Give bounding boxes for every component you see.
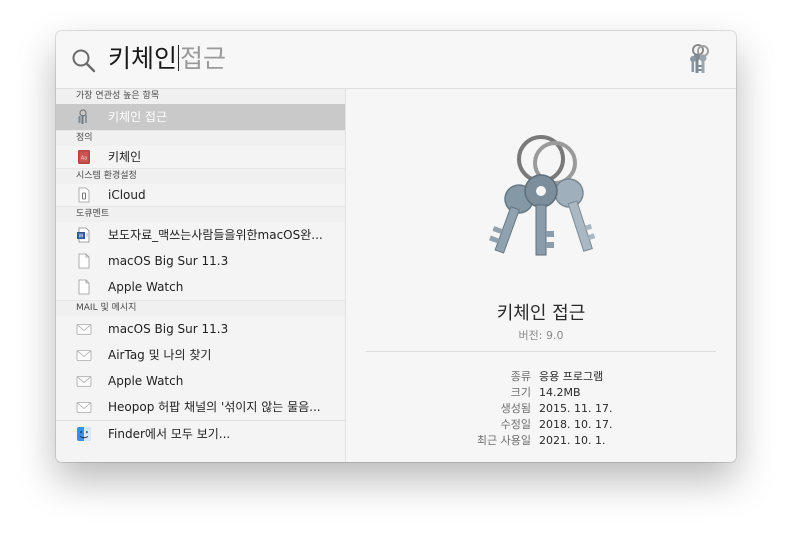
word-document-icon: W [77, 227, 90, 243]
result-item-label: 보도자료_맥쓰는사람들을위한macOS완... [108, 228, 323, 242]
result-item-label: Apple Watch [108, 280, 184, 294]
svg-text:Aa: Aa [81, 156, 87, 162]
keychain-icon [489, 135, 596, 256]
preview-title: 키체인 접근 [496, 303, 586, 324]
section-header-definition: 정의 [56, 130, 345, 146]
metadata-table: 종류 응용 프로그램 크기 14.2MB 생성됨 2015. 11. 17. 수… [346, 369, 736, 449]
search-typed-text: 키체인 [108, 44, 178, 73]
keychain-icon [690, 44, 709, 73]
metadata-value: 2015. 11. 17. [539, 402, 613, 415]
result-item-mail[interactable]: macOS Big Sur 11.3 [56, 316, 345, 342]
section-header-documents: 도큐멘트 [56, 206, 345, 222]
metadata-value: 2018. 10. 17. [539, 418, 613, 431]
section-header-top-hit: 가장 연관성 높은 항목 [56, 89, 345, 104]
metadata-key: 종류 [510, 370, 531, 383]
keychain-icon [78, 109, 87, 124]
metadata-key: 수정일 [500, 418, 531, 431]
result-item-label: 키체인 [108, 150, 142, 164]
metadata-value: 14.2MB [539, 386, 581, 399]
metadata-row: 크기 14.2MB [346, 385, 736, 401]
spotlight-window: 키체인 접근 가장 연관성 높은 항목 키체인 접근 정의 Aa 키체인 시스템… [56, 31, 736, 462]
metadata-row: 최근 사용일 2021. 10. 1. [346, 433, 736, 449]
metadata-key: 크기 [510, 386, 531, 399]
result-item-label: macOS Big Sur 11.3 [108, 322, 229, 336]
preview-version: 버전: 9.0 [518, 329, 564, 342]
preference-file-icon [78, 187, 90, 203]
result-item-document[interactable]: W 보도자료_맥쓰는사람들을위한macOS완... [56, 222, 345, 248]
section-header-system-preferences: 시스템 환경설정 [56, 168, 345, 184]
result-item-label: Heopop 허팝 채널의 '섞이지 않는 물음... [108, 400, 321, 414]
document-icon [78, 279, 90, 295]
result-item-mail[interactable]: Heopop 허팝 채널의 '섞이지 않는 물음... [56, 394, 345, 420]
result-item-label: AirTag 및 나의 찾기 [108, 348, 212, 362]
search-icon [72, 49, 96, 73]
result-item-mail[interactable]: AirTag 및 나의 찾기 [56, 342, 345, 368]
result-item-document[interactable]: Apple Watch [56, 274, 345, 300]
metadata-row: 종류 응용 프로그램 [346, 369, 736, 385]
result-item-definition[interactable]: Aa 키체인 [56, 146, 345, 168]
section-header-mail-messages: MAIL 및 메시지 [56, 300, 345, 316]
result-item-mail[interactable]: Apple Watch [56, 368, 345, 394]
text-caret [178, 45, 180, 71]
metadata-value: 응용 프로그램 [539, 370, 604, 383]
metadata-row: 생성됨 2015. 11. 17. [346, 401, 736, 417]
metadata-value: 2021. 10. 1. [539, 434, 606, 447]
result-item-keychain-access[interactable]: 키체인 접근 [56, 104, 345, 130]
show-all-in-finder-button[interactable]: Finder에서 모두 보기... [56, 420, 345, 447]
result-item-label: Apple Watch [108, 374, 184, 388]
divider [366, 351, 716, 352]
search-bar[interactable]: 키체인 접근 [56, 31, 736, 89]
metadata-row: 수정일 2018. 10. 17. [346, 417, 736, 433]
result-item-document[interactable]: macOS Big Sur 11.3 [56, 248, 345, 274]
mail-icon [76, 324, 92, 335]
svg-text:W: W [79, 234, 84, 240]
preview-pane: 키체인 접근 버전: 9.0 종류 응용 프로그램 크기 14.2MB 생성됨 … [346, 89, 736, 462]
mail-icon [76, 402, 92, 413]
dictionary-icon: Aa [78, 150, 90, 164]
result-item-label: macOS Big Sur 11.3 [108, 254, 229, 268]
mail-icon [76, 350, 92, 361]
result-item-icloud[interactable]: iCloud [56, 184, 345, 206]
document-icon [78, 253, 90, 269]
mail-icon [76, 376, 92, 387]
finder-icon [77, 427, 91, 441]
metadata-key: 최근 사용일 [476, 434, 531, 447]
search-completion-text: 접근 [180, 44, 227, 73]
result-item-label: 키체인 접근 [108, 110, 168, 124]
result-item-label: Finder에서 모두 보기... [108, 427, 231, 441]
metadata-key: 생성됨 [500, 402, 531, 415]
result-item-label: iCloud [108, 188, 146, 202]
search-input[interactable]: 키체인 접근 [108, 42, 226, 76]
results-list: 가장 연관성 높은 항목 키체인 접근 정의 Aa 키체인 시스템 환경설정 i… [56, 89, 346, 462]
